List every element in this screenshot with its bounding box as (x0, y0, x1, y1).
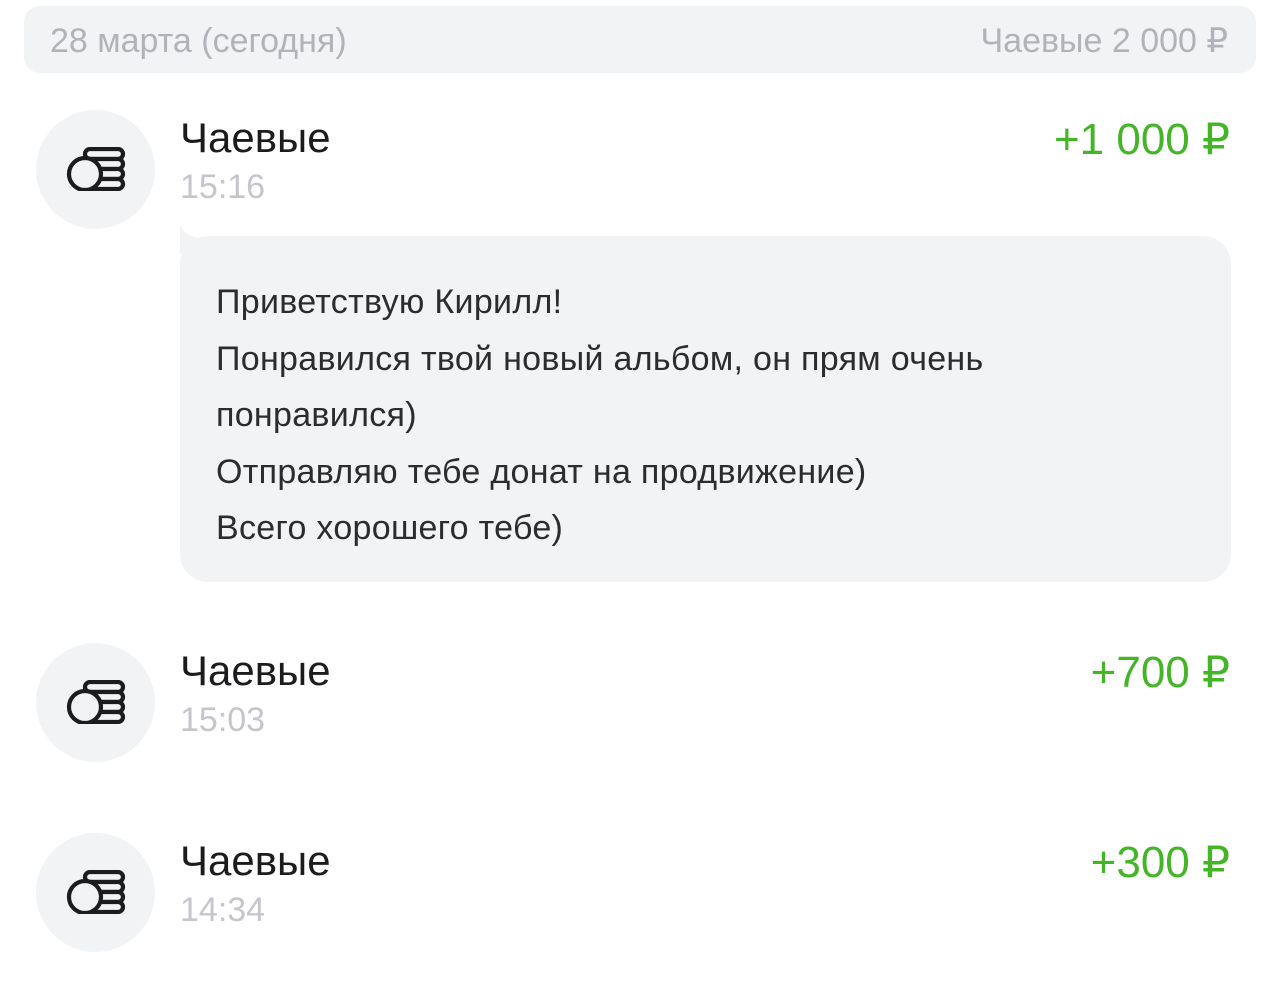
transaction-row[interactable]: Чаевые 15:03 +700 ₽ (0, 643, 1280, 763)
day-total-label: Чаевые 2 000 ₽ (980, 22, 1229, 60)
transaction-row[interactable]: Чаевые 15:16 +1 000 ₽ (0, 110, 1280, 230)
tip-message-text: Приветствую Кирилл! Понравился твой новы… (216, 274, 1206, 557)
transaction-avatar (36, 643, 155, 762)
transaction-title: Чаевые (180, 837, 331, 884)
message-line: Приветствую Кирилл! (216, 283, 563, 321)
transaction-amount: +700 ₽ (1090, 648, 1230, 697)
message-line: Отправляю тебе донат на продвижение) (216, 452, 867, 491)
date-section-header: 28 марта (сегодня) Чаевые 2 000 ₽ (24, 6, 1256, 73)
message-line: понравился) (216, 396, 417, 434)
transaction-title: Чаевые (180, 114, 331, 161)
transaction-avatar (36, 833, 155, 952)
message-line: Всего хорошего тебе) (216, 509, 564, 547)
coins-icon (66, 870, 126, 914)
transaction-amount: +300 ₽ (1090, 838, 1230, 887)
coins-icon (66, 147, 126, 191)
date-label: 28 марта (сегодня) (50, 22, 347, 60)
transaction-row[interactable]: Чаевые 14:34 +300 ₽ (0, 833, 1280, 953)
transaction-time: 14:34 (180, 891, 266, 929)
coins-icon (66, 680, 126, 724)
transaction-time: 15:16 (180, 168, 266, 206)
transaction-avatar (36, 110, 155, 229)
tip-message-bubble: Приветствую Кирилл! Понравился твой новы… (180, 236, 1231, 582)
transaction-time: 15:03 (180, 701, 266, 739)
message-line: Понравился твой новый альбом, он прям оч… (216, 339, 984, 378)
transaction-title: Чаевые (180, 647, 331, 694)
transaction-amount: +1 000 ₽ (1053, 115, 1230, 164)
